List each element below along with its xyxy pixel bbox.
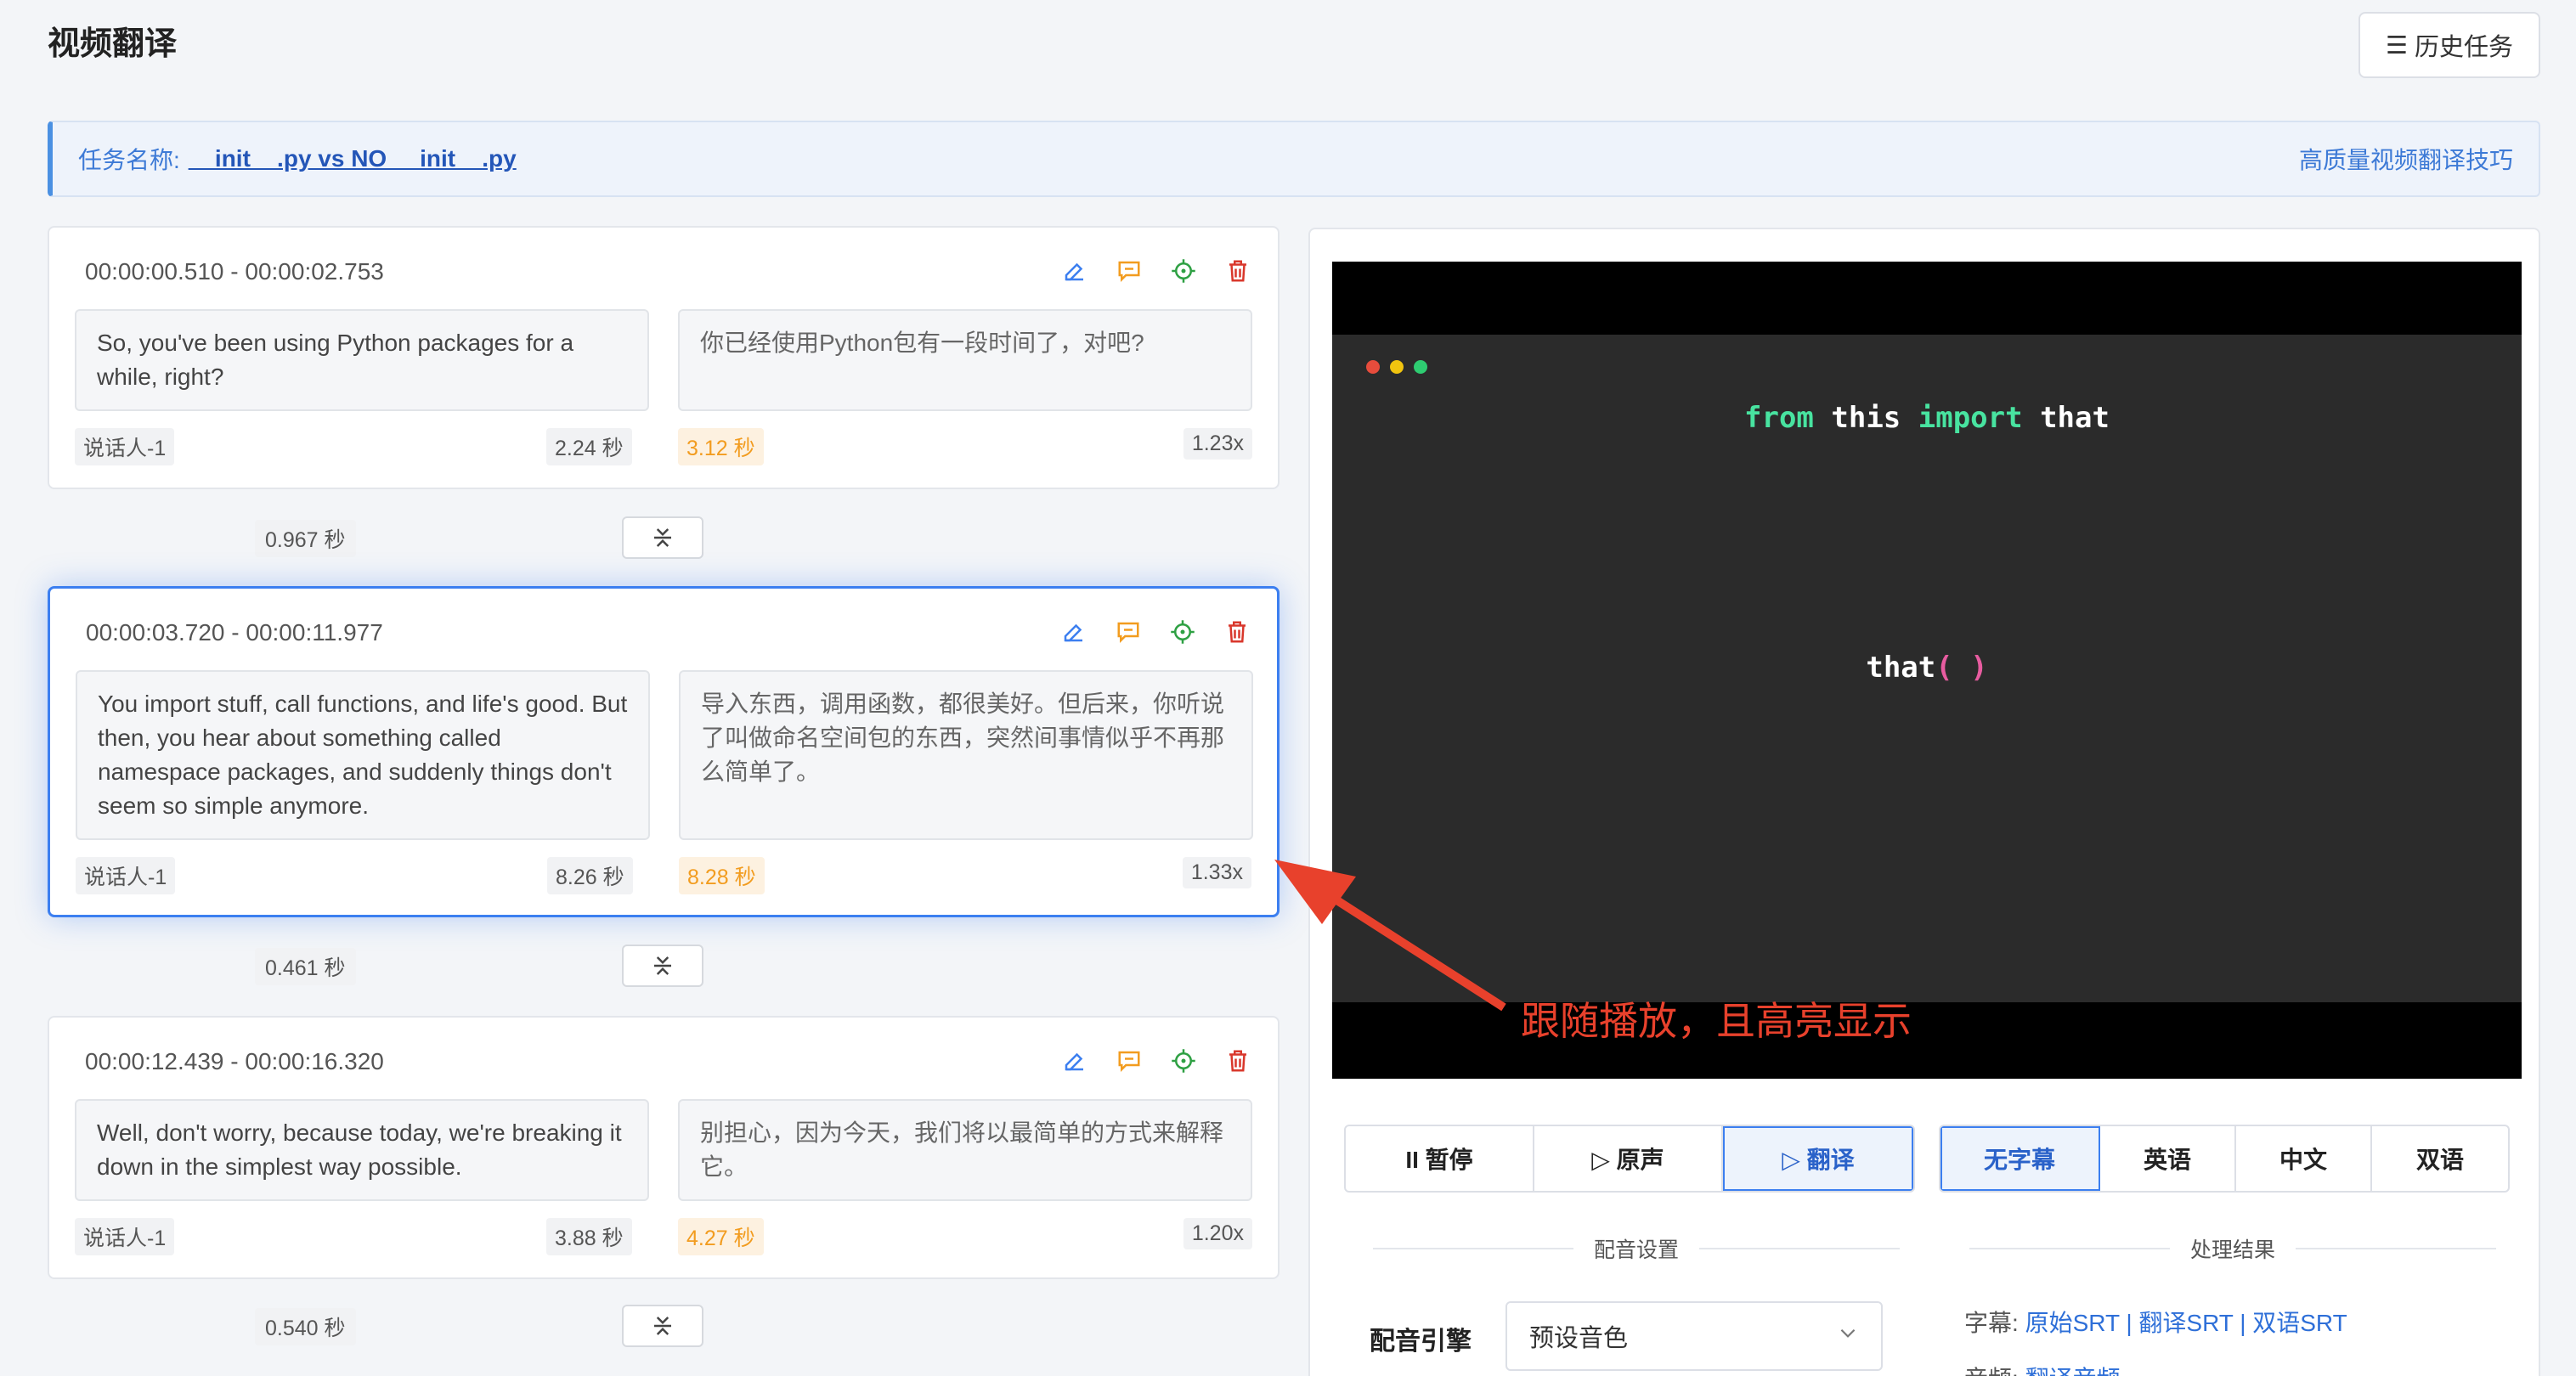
target-duration: 3.12 秒	[678, 428, 764, 465]
delete-icon[interactable]	[1223, 1046, 1252, 1075]
comment-icon[interactable]	[1115, 257, 1144, 285]
gap-duration: 0.967 秒	[255, 520, 356, 557]
video-frame: from this import that that( )	[1332, 335, 2522, 1002]
subtitle-none-button[interactable]: 无字幕	[1940, 1126, 2100, 1191]
code-line-import: from this import that	[1744, 401, 2110, 435]
subtitle-results: 字幕: 原始SRT | 翻译SRT | 双语SRT	[1964, 1310, 2347, 1336]
translation-tips-link[interactable]: 高质量视频翻译技巧	[2299, 142, 2513, 176]
speed-ratio: 1.23x	[1183, 428, 1252, 460]
segment-timecode: 00:00:03.720 - 00:00:11.977	[86, 619, 383, 646]
subtitle-mode-controls: 无字幕 英语 中文 双语	[1939, 1125, 2510, 1193]
merge-segments-button[interactable]	[622, 516, 703, 559]
edit-icon[interactable]	[1060, 257, 1089, 285]
segment-card-active[interactable]: 00:00:03.720 - 00:00:11.977 You import s…	[48, 586, 1280, 917]
menu-icon: ☰	[2385, 31, 2408, 59]
page-title: 视频翻译	[48, 26, 178, 62]
source-duration: 2.24 秒	[546, 428, 632, 465]
edit-icon[interactable]	[1060, 1046, 1089, 1075]
speaker-tag[interactable]: 说话人-1	[75, 428, 175, 465]
delete-icon[interactable]	[1223, 257, 1252, 285]
dubbing-engine-value: 预设音色	[1529, 1325, 1629, 1352]
translated-audio-link[interactable]: 翻译音频	[2025, 1366, 2121, 1376]
chevron-down-icon	[1837, 1322, 1859, 1351]
source-text-field[interactable]: So, you've been using Python packages fo…	[75, 309, 649, 411]
gap-duration: 0.461 秒	[255, 948, 356, 985]
task-name-label: 任务名称:	[78, 147, 180, 173]
locate-icon[interactable]	[1168, 618, 1197, 646]
original-srt-link[interactable]: 原始SRT	[2025, 1310, 2120, 1336]
annotation-text: 跟随播放，且高亮显示	[1521, 999, 1912, 1043]
dubbing-engine-select[interactable]: 预设音色	[1505, 1301, 1883, 1371]
source-text-field[interactable]: Well, don't worry, because today, we're …	[75, 1099, 649, 1201]
merge-segments-button[interactable]	[622, 1305, 703, 1347]
speaker-tag[interactable]: 说话人-1	[75, 1218, 175, 1255]
subtitle-bilingual-button[interactable]: 双语	[2372, 1126, 2508, 1191]
speed-ratio: 1.20x	[1183, 1218, 1252, 1249]
code-line-call: that( )	[1866, 651, 1988, 685]
locate-icon[interactable]	[1169, 257, 1198, 285]
segment-timecode: 00:00:12.439 - 00:00:16.320	[85, 1048, 384, 1074]
segment-timecode: 00:00:00.510 - 00:00:02.753	[85, 258, 384, 285]
target-text-field[interactable]: 导入东西，调用函数，都很美好。但后来，你听说了叫做命名空间包的东西，突然间事情似…	[679, 670, 1253, 840]
audio-results: 音频: 翻译音频	[1964, 1361, 2121, 1376]
delete-icon[interactable]	[1223, 618, 1251, 646]
target-text-field[interactable]: 你已经使用Python包有一段时间了，对吧?	[678, 309, 1252, 411]
comment-icon[interactable]	[1114, 618, 1143, 646]
dubbing-section-title: 配音设置	[1373, 1233, 1901, 1264]
target-duration: 8.28 秒	[679, 857, 765, 894]
source-text-field[interactable]: You import stuff, call functions, and li…	[76, 670, 650, 840]
task-info-bar: 任务名称: __init__.py vs NO __init__.py 高质量视…	[48, 121, 2540, 197]
subtitle-english-button[interactable]: 英语	[2100, 1126, 2236, 1191]
segment-card[interactable]: 00:00:12.439 - 00:00:16.320 Well, don't …	[48, 1016, 1280, 1279]
segment-card[interactable]: 00:00:00.510 - 00:00:02.753 So, you've b…	[48, 226, 1280, 489]
merge-icon	[654, 1317, 671, 1335]
subtitle-chinese-button[interactable]: 中文	[2236, 1126, 2372, 1191]
preview-panel: from this import that that( ) II 暂停 ▷ 原声…	[1308, 228, 2540, 1376]
locate-icon[interactable]	[1169, 1046, 1198, 1075]
task-name-link[interactable]: __init__.py vs NO __init__.py	[189, 145, 517, 172]
merge-segments-button[interactable]	[622, 945, 703, 987]
window-dots	[1366, 360, 1427, 374]
results-section-title: 处理结果	[1969, 1233, 2497, 1264]
speaker-tag[interactable]: 说话人-1	[76, 857, 176, 894]
video-player[interactable]: from this import that that( )	[1332, 262, 2522, 1079]
merge-icon	[654, 956, 671, 975]
edit-icon[interactable]	[1059, 618, 1088, 646]
target-text-field[interactable]: 别担心，因为今天，我们将以最简单的方式来解释它。	[678, 1099, 1252, 1201]
translated-audio-button[interactable]: ▷ 翻译	[1723, 1126, 1913, 1191]
history-tasks-button[interactable]: ☰ 历史任务	[2359, 12, 2540, 78]
playback-controls: II 暂停 ▷ 原声 ▷ 翻译	[1344, 1125, 1915, 1193]
speed-ratio: 1.33x	[1182, 857, 1251, 888]
gap-duration: 0.540 秒	[255, 1308, 356, 1345]
merge-icon	[654, 528, 671, 547]
comment-icon[interactable]	[1115, 1046, 1144, 1075]
source-duration: 3.88 秒	[546, 1218, 632, 1255]
pause-button[interactable]: II 暂停	[1346, 1126, 1534, 1191]
bilingual-srt-link[interactable]: 双语SRT	[2252, 1310, 2347, 1336]
translated-srt-link[interactable]: 翻译SRT	[2138, 1310, 2233, 1336]
source-duration: 8.26 秒	[547, 857, 633, 894]
dubbing-engine-label: 配音引擎	[1370, 1328, 1472, 1356]
history-tasks-label: 历史任务	[2414, 34, 2513, 61]
target-duration: 4.27 秒	[678, 1218, 764, 1255]
original-audio-button[interactable]: ▷ 原声	[1534, 1126, 1723, 1191]
